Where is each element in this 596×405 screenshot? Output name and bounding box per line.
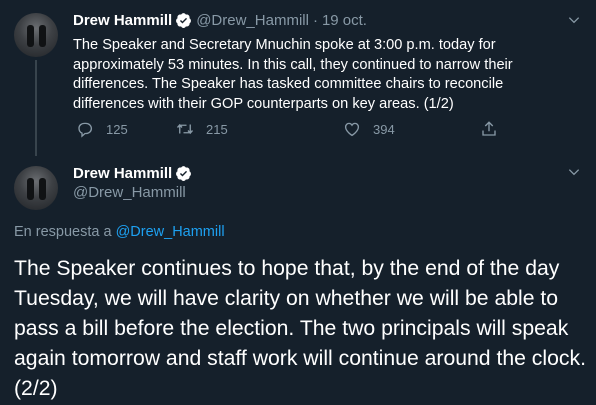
verified-badge-icon [176, 166, 192, 181]
share-icon [482, 121, 496, 136]
tweet-header: Drew Hammill @Drew_Hammill · 19 oct. [73, 12, 367, 29]
separator: · [312, 12, 318, 29]
tweet-header: Drew Hammill [73, 165, 192, 182]
retweet-count: 215 [206, 121, 228, 137]
reply-icon [78, 122, 93, 138]
tweet-date[interactable]: 19 oct. [322, 12, 367, 29]
tweet-text: The Speaker and Secretary Mnuchin spoke … [73, 37, 513, 112]
heart-icon [344, 122, 360, 137]
verified-badge-icon [176, 13, 192, 28]
avatar[interactable] [14, 13, 58, 57]
reply-prefix: En respuesta a [14, 224, 116, 240]
author-handle[interactable]: @Drew_Hammill [73, 184, 186, 201]
like-count: 394 [373, 121, 395, 137]
thread-connector-line [35, 60, 37, 156]
author-handle[interactable]: @Drew_Hammill [196, 12, 309, 29]
tweet-text: The Speaker continues to hope that, by t… [14, 257, 586, 400]
retweet-icon [176, 123, 194, 135]
reply-context: En respuesta a @Drew_Hammill [14, 224, 225, 240]
author-name[interactable]: Drew Hammill [73, 165, 172, 182]
reply-mention-link[interactable]: @Drew_Hammill [116, 224, 225, 240]
reply-button[interactable]: 125 [76, 120, 128, 138]
like-button[interactable]: 394 [343, 120, 395, 138]
author-name[interactable]: Drew Hammill [73, 12, 172, 29]
avatar[interactable] [14, 166, 58, 210]
chevron-down-icon[interactable] [567, 165, 581, 179]
reply-count: 125 [106, 121, 128, 137]
chevron-down-icon[interactable] [567, 13, 581, 27]
tweet-1[interactable]: Drew Hammill @Drew_Hammill · 19 oct. The… [0, 0, 596, 156]
share-button[interactable] [480, 120, 498, 138]
retweet-button[interactable]: 215 [176, 120, 228, 138]
